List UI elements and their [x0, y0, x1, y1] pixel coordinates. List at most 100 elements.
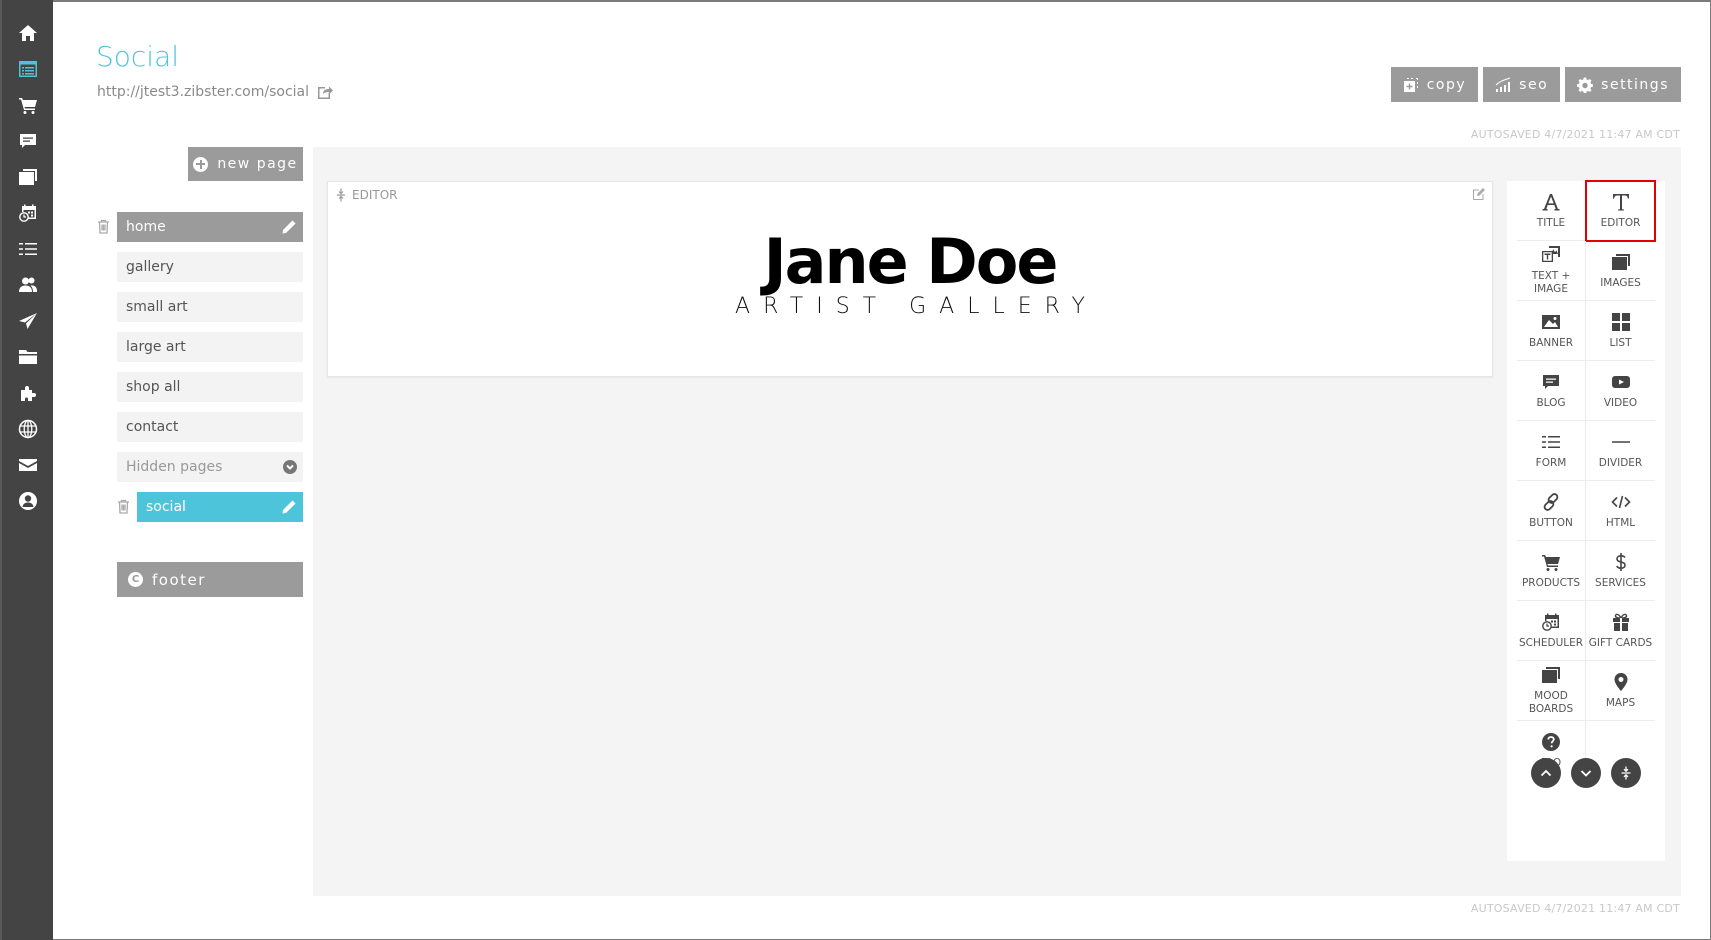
- user-circle-icon: [18, 492, 37, 510]
- page-item-large-art[interactable]: large art: [117, 332, 303, 362]
- site-logo: Jane Doe ARTIST GALLERY: [328, 231, 1492, 320]
- grid-icon: [1611, 312, 1630, 331]
- widget-banner[interactable]: BANNER: [1517, 301, 1586, 361]
- settings-button[interactable]: settings: [1565, 67, 1681, 102]
- editor-block[interactable]: EDITOR Jane Doe ARTIST GALLERY: [327, 181, 1493, 377]
- widget-label: HTML: [1605, 516, 1636, 529]
- banner-image-icon: [1542, 314, 1560, 329]
- widget-label: IMAGES: [1600, 276, 1641, 289]
- page-item-small-art[interactable]: small art: [117, 292, 303, 322]
- sidebar-item-pages[interactable]: [2, 54, 53, 84]
- chat-icon: [19, 134, 36, 148]
- images-icon: [1542, 667, 1560, 683]
- sidebar-item-contacts[interactable]: [2, 270, 53, 300]
- widget-label: LIST: [1609, 336, 1632, 349]
- gift-icon: [1612, 613, 1629, 631]
- widget-label: PRODUCTS: [1521, 576, 1581, 589]
- widget-form[interactable]: FORM: [1517, 421, 1586, 481]
- editor-block-header: EDITOR: [336, 188, 397, 202]
- folder-icon: [18, 350, 37, 364]
- sidebar-item-store[interactable]: [2, 90, 53, 120]
- title-a-icon: [1542, 193, 1560, 210]
- sidebar-item-home[interactable]: [2, 18, 53, 48]
- sidebar-item-campaigns[interactable]: [2, 306, 53, 336]
- page-item-home[interactable]: home: [117, 212, 303, 242]
- collapse-icon: [1621, 766, 1631, 780]
- widget-editor[interactable]: EDITOR: [1585, 180, 1656, 242]
- chevron-up-icon: [1540, 769, 1552, 777]
- widget-button[interactable]: BUTTON: [1517, 481, 1586, 541]
- open-external-icon[interactable]: [317, 84, 333, 100]
- move-down-button[interactable]: [1571, 758, 1601, 788]
- widget-products[interactable]: PRODUCTS: [1517, 541, 1586, 601]
- page-url-link[interactable]: http://jtest3.zibster.com/social: [97, 84, 309, 100]
- sidebar-item-apps[interactable]: [2, 378, 53, 408]
- widget-mood-boards[interactable]: MOOD BOARDS: [1517, 661, 1586, 721]
- widget-label: VIDEO: [1603, 396, 1638, 409]
- pencil-icon[interactable]: [281, 499, 297, 515]
- page-canvas: EDITOR Jane Doe ARTIST GALLERY TITLE EDI…: [313, 147, 1681, 896]
- pages-icon: [18, 61, 37, 77]
- sidebar-item-forms[interactable]: [2, 234, 53, 264]
- footer-button[interactable]: C footer: [117, 562, 303, 597]
- link-icon: [1543, 492, 1559, 511]
- code-icon: [1610, 495, 1631, 508]
- widget-text-image[interactable]: TEXT + IMAGE: [1517, 241, 1586, 301]
- block-nav-controls: [1507, 758, 1665, 788]
- widget-scheduler[interactable]: SCHEDULER: [1517, 601, 1586, 661]
- collapse-all-button[interactable]: [1611, 758, 1641, 788]
- app-sidebar: [0, 0, 53, 940]
- signal-bars-icon: [1495, 77, 1511, 92]
- logo-subtitle: ARTIST GALLERY: [735, 294, 1098, 319]
- new-page-label: new page: [217, 156, 298, 172]
- sidebar-item-files[interactable]: [2, 342, 53, 372]
- page-item-social[interactable]: social: [137, 492, 303, 522]
- widget-label: MAPS: [1605, 696, 1636, 709]
- page-item-gallery[interactable]: gallery: [117, 252, 303, 282]
- widget-video[interactable]: VIDEO: [1586, 361, 1655, 421]
- widget-list[interactable]: LIST: [1586, 301, 1655, 361]
- widget-blog[interactable]: BLOG: [1517, 361, 1586, 421]
- trash-icon[interactable]: [117, 499, 130, 514]
- widget-title[interactable]: TITLE: [1517, 181, 1586, 241]
- widget-label: EDITOR: [1600, 216, 1641, 229]
- widget-label: BLOG: [1536, 396, 1566, 409]
- widget-html[interactable]: HTML: [1586, 481, 1655, 541]
- pencil-icon[interactable]: [281, 219, 297, 235]
- trash-icon[interactable]: [97, 219, 110, 234]
- new-page-button[interactable]: new page: [188, 147, 303, 181]
- sidebar-item-email[interactable]: [2, 450, 53, 480]
- sidebar-item-blog[interactable]: [2, 126, 53, 156]
- sidebar-item-domains[interactable]: [2, 414, 53, 444]
- page-item-label: large art: [126, 339, 186, 355]
- page-url: http://jtest3.zibster.com/social: [97, 84, 333, 100]
- text-image-icon: [1542, 246, 1560, 262]
- widget-label: BUTTON: [1529, 516, 1573, 529]
- copy-button[interactable]: copy: [1390, 67, 1479, 102]
- dollar-icon: [1615, 552, 1626, 571]
- sidebar-item-scheduler[interactable]: [2, 198, 53, 228]
- sidebar-item-account[interactable]: [2, 486, 53, 516]
- widget-images[interactable]: IMAGES: [1586, 241, 1655, 301]
- move-up-button[interactable]: [1531, 758, 1561, 788]
- video-play-icon: [1611, 375, 1630, 388]
- globe-icon: [18, 419, 37, 439]
- widget-label: SERVICES: [1595, 576, 1646, 589]
- widget-gift-cards[interactable]: GIFT CARDS: [1586, 601, 1655, 661]
- calendar-clock-icon: [1542, 613, 1559, 631]
- widget-maps[interactable]: MAPS: [1586, 661, 1655, 721]
- edit-block-icon[interactable]: [1472, 187, 1486, 201]
- editor-block-label: EDITOR: [352, 188, 398, 202]
- widget-services[interactable]: SERVICES: [1586, 541, 1655, 601]
- collapse-icon[interactable]: [336, 188, 346, 202]
- chevron-down-icon: [283, 460, 297, 474]
- widget-label: FORM: [1535, 456, 1567, 469]
- hidden-pages-toggle[interactable]: Hidden pages: [117, 452, 303, 482]
- page-item-label: shop all: [126, 379, 181, 395]
- widget-divider[interactable]: DIVIDER: [1586, 421, 1655, 481]
- footer-label: footer: [152, 570, 206, 589]
- page-item-contact[interactable]: contact: [117, 412, 303, 442]
- sidebar-item-gallery[interactable]: [2, 162, 53, 192]
- seo-button[interactable]: seo: [1483, 67, 1561, 102]
- page-item-shop-all[interactable]: shop all: [117, 372, 303, 402]
